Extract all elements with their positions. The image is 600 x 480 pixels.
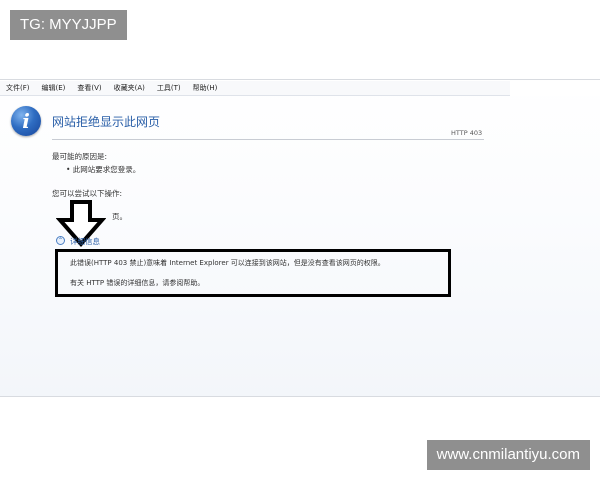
watermark-top: TG: MYYJJPP	[10, 10, 127, 40]
cause-bullet: • 此网站要求您登录。	[66, 165, 141, 174]
try-heading: 您可以尝试以下操作:	[52, 189, 123, 198]
menu-bar: 文件(F) 编辑(E) 查看(V) 收藏夹(A) 工具(T) 帮助(H)	[0, 81, 510, 96]
details-link[interactable]: 详细信息	[70, 236, 100, 247]
menu-help[interactable]: 帮助(H)	[187, 83, 224, 93]
expand-toggle-icon[interactable]: ⌃	[56, 236, 65, 245]
info-icon: i	[11, 106, 41, 136]
menu-edit[interactable]: 编辑(E)	[36, 83, 72, 93]
http-status-code: HTTP 403	[451, 129, 483, 137]
back-link[interactable]: 页。	[112, 211, 127, 222]
details-highlight-box	[55, 249, 451, 297]
watermark-bottom: www.cnmilantiyu.com	[426, 440, 590, 470]
browser-error-page: 文件(F) 编辑(E) 查看(V) 收藏夹(A) 工具(T) 帮助(H) i 网…	[0, 79, 600, 397]
menu-tools[interactable]: 工具(T)	[151, 83, 187, 93]
cause-heading: 最可能的原因是:	[52, 152, 108, 161]
details-text-line1: 此错误(HTTP 403 禁止)意味着 Internet Explorer 可以…	[70, 259, 385, 267]
menubar-blank	[510, 80, 600, 96]
details-text-line2: 有关 HTTP 错误的详细信息，请参阅帮助。	[70, 279, 205, 287]
menu-file[interactable]: 文件(F)	[0, 83, 36, 93]
menu-view[interactable]: 查看(V)	[71, 83, 107, 93]
menu-favorites[interactable]: 收藏夹(A)	[108, 83, 151, 93]
title-divider	[52, 139, 484, 140]
page-title: 网站拒绝显示此网页	[52, 115, 161, 129]
